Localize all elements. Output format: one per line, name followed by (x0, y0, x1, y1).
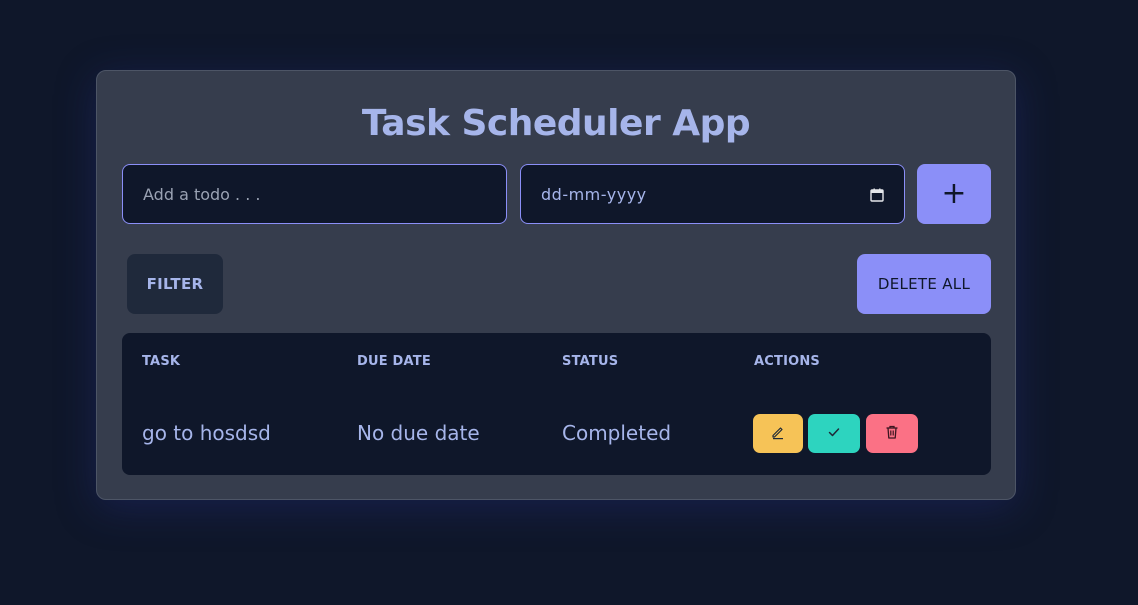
filter-button[interactable]: FILTER (127, 254, 223, 314)
header-actions: ACTIONS (754, 354, 821, 369)
status-cell: Completed (562, 421, 672, 445)
header-task: TASK (142, 354, 181, 369)
delete-all-button[interactable]: DELETE ALL (857, 254, 991, 314)
filter-button-label: FILTER (146, 275, 204, 293)
check-icon (826, 424, 842, 444)
header-status: STATUS (562, 354, 619, 369)
edit-button[interactable] (753, 414, 803, 453)
pencil-icon (770, 424, 786, 444)
calendar-icon[interactable] (870, 187, 884, 202)
add-todo-button[interactable]: + (917, 164, 991, 224)
delete-button[interactable] (866, 414, 918, 453)
due-date-cell: No due date (357, 421, 480, 445)
due-date-input[interactable]: dd-mm-yyyy (520, 164, 905, 224)
todo-input-placeholder: Add a todo . . . (143, 184, 261, 204)
todo-input[interactable]: Add a todo . . . (122, 164, 507, 224)
task-table: TASK DUE DATE STATUS ACTIONS go to hosds… (122, 333, 991, 475)
complete-button[interactable] (808, 414, 860, 453)
task-scheduler-card: Task Scheduler App Add a todo . . . dd-m… (96, 70, 1016, 500)
due-date-placeholder: dd-mm-yyyy (541, 184, 647, 204)
page-title: Task Scheduler App (361, 103, 751, 144)
plus-icon: + (941, 176, 967, 211)
header-due-date: DUE DATE (357, 354, 431, 369)
delete-all-button-label: DELETE ALL (877, 275, 971, 293)
task-cell: go to hosdsd (142, 421, 271, 445)
trash-icon (884, 424, 900, 444)
